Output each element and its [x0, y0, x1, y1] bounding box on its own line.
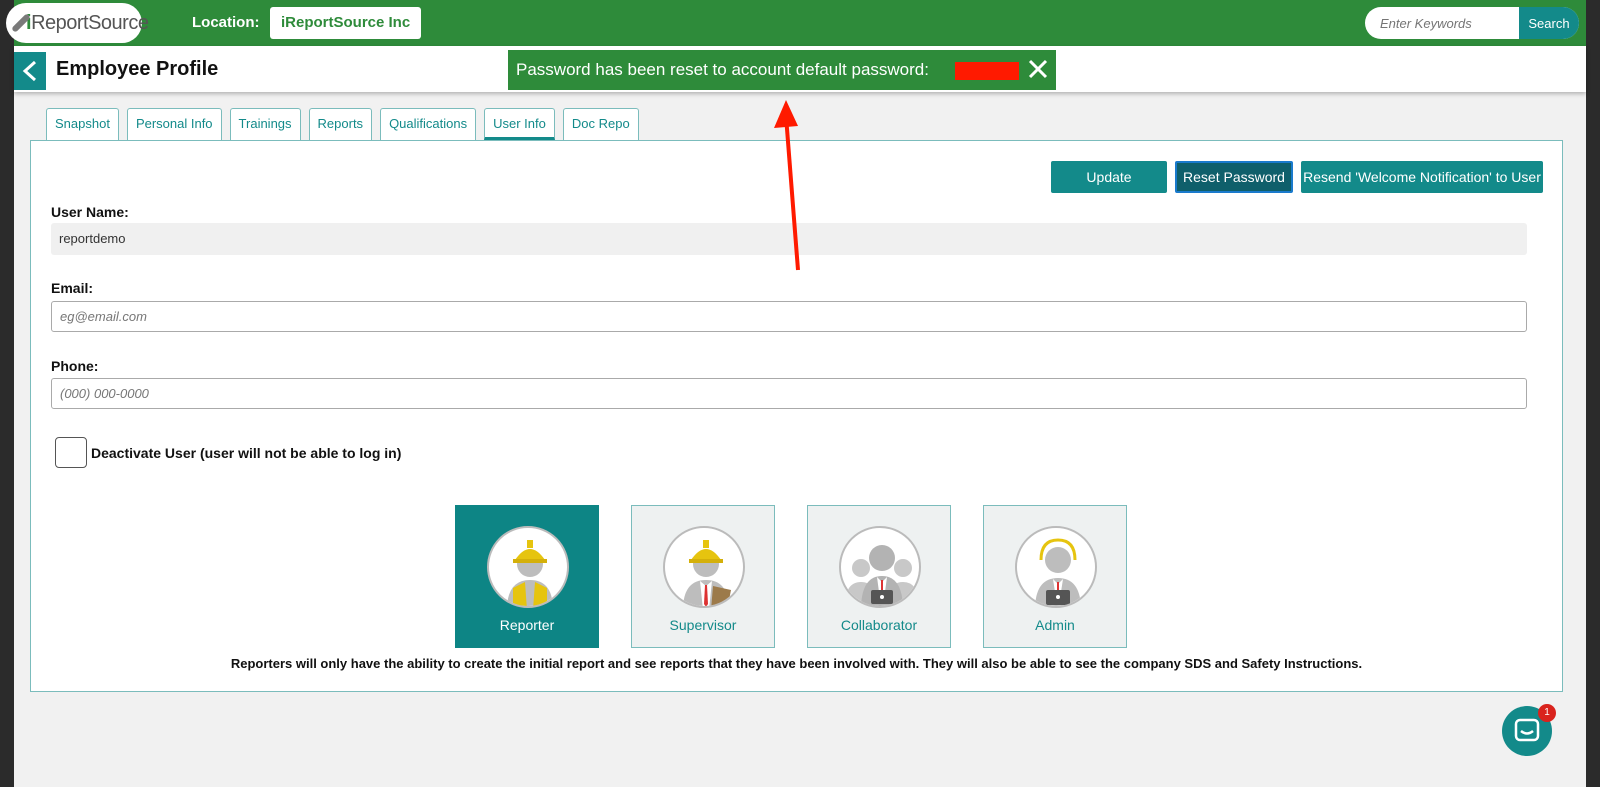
role-label-collaborator: Collaborator: [840, 617, 918, 633]
deactivate-checkbox[interactable]: [55, 437, 87, 468]
back-button[interactable]: [14, 52, 46, 90]
profile-tabs: Snapshot Personal Info Trainings Reports…: [46, 108, 639, 140]
tab-trainings[interactable]: Trainings: [229, 108, 301, 140]
role-label-supervisor: Supervisor: [669, 617, 737, 633]
app-logo[interactable]: iReportSource: [6, 3, 149, 43]
close-icon[interactable]: [1026, 57, 1050, 81]
reporter-icon: [487, 526, 569, 608]
redacted-password-box: [955, 62, 1019, 80]
tab-doc-repo[interactable]: Doc Repo: [562, 108, 639, 140]
role-card-collaborator[interactable]: Collaborator: [807, 505, 951, 648]
search-input[interactable]: [1365, 7, 1525, 39]
tab-qualifications[interactable]: Qualifications: [380, 108, 477, 140]
tab-personal-info[interactable]: Personal Info: [126, 108, 222, 140]
email-label: Email:: [51, 280, 94, 296]
role-card-supervisor[interactable]: Supervisor: [631, 505, 775, 648]
role-selector: Reporter Supervisor Collaborator Admin: [455, 505, 1127, 648]
search-button[interactable]: Search: [1519, 7, 1579, 39]
tab-snapshot[interactable]: Snapshot: [46, 108, 119, 140]
role-label-reporter: Reporter: [499, 617, 555, 633]
location-label: Location:: [192, 14, 260, 31]
collaborator-icon: [839, 526, 921, 608]
tab-reports[interactable]: Reports: [308, 108, 373, 140]
location-selector[interactable]: iReportSource Inc: [270, 7, 422, 39]
role-card-admin[interactable]: Admin: [983, 505, 1127, 648]
phone-label: Phone:: [51, 358, 99, 374]
reset-password-button[interactable]: Reset Password: [1175, 161, 1293, 193]
role-description: Reporters will only have the ability to …: [230, 656, 1363, 671]
keyword-search: Search: [1365, 7, 1579, 39]
role-card-reporter[interactable]: Reporter: [455, 505, 599, 648]
page-title: Employee Profile: [56, 58, 219, 80]
email-field[interactable]: [51, 301, 1527, 332]
supervisor-icon: [663, 526, 745, 608]
tab-user-info[interactable]: User Info: [484, 108, 555, 140]
top-bar: iReportSource Location: iReportSource In…: [6, 0, 1586, 46]
update-button[interactable]: Update: [1051, 161, 1167, 193]
logo-text: iReportSource: [26, 11, 149, 34]
resend-welcome-button[interactable]: Resend 'Welcome Notification' to User: [1301, 161, 1543, 193]
phone-field[interactable]: [51, 378, 1527, 409]
admin-icon: [1015, 526, 1097, 608]
annotation-arrow-icon: [774, 100, 800, 271]
username-label: User Name:: [51, 204, 129, 220]
deactivate-label: Deactivate User (user will not be able t…: [91, 445, 402, 461]
chat-notification-badge: 1: [1538, 704, 1556, 722]
role-label-admin: Admin: [1035, 617, 1075, 633]
chevron-left-icon: [22, 60, 37, 82]
